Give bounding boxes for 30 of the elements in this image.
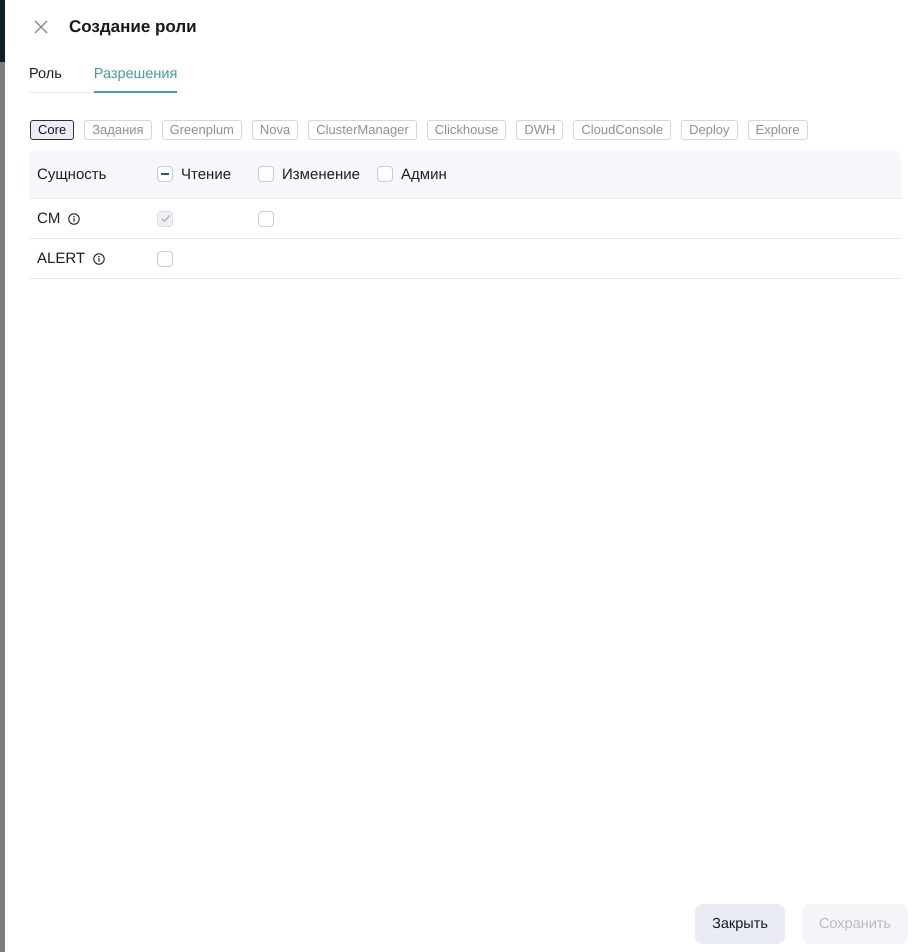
column-header: Изменение <box>282 166 360 182</box>
service-filter-tag[interactable]: Задания <box>84 120 152 140</box>
select-all-checkbox[interactable] <box>157 166 173 182</box>
tab[interactable]: Разрешения <box>94 66 178 93</box>
entity-name: CM <box>37 210 60 227</box>
permission-checkbox[interactable] <box>258 210 274 226</box>
service-filter-tag[interactable]: Greenplum <box>162 120 242 140</box>
column-header: Чтение <box>181 166 232 182</box>
dialog-title: Создание роли <box>69 17 197 37</box>
select-all-checkbox[interactable] <box>377 166 393 182</box>
tab[interactable]: Роль <box>29 66 62 93</box>
close-dialog-button[interactable]: Закрыть <box>695 904 785 944</box>
minus-icon <box>161 173 169 175</box>
info-icon[interactable] <box>93 252 106 264</box>
service-filter-tag[interactable]: ClusterManager <box>308 120 417 140</box>
service-filter-tag[interactable]: CloudConsole <box>573 120 672 140</box>
entity-name: ALERT <box>37 250 86 267</box>
checkmark-icon <box>160 215 170 222</box>
select-all-checkbox[interactable] <box>258 166 274 182</box>
column-header: Админ <box>401 166 447 182</box>
info-icon[interactable] <box>68 212 80 224</box>
close-icon[interactable] <box>34 20 48 34</box>
column-header: Сущность <box>37 166 106 182</box>
service-filter-tag[interactable]: Clickhouse <box>426 120 506 140</box>
service-filter-tag[interactable]: DWH <box>516 120 564 140</box>
service-filter-tag[interactable]: Explore <box>748 120 808 140</box>
service-filter-tag[interactable]: Core <box>30 120 74 140</box>
service-filter-tag[interactable]: Deploy <box>681 120 738 140</box>
permission-checkbox[interactable] <box>157 250 173 266</box>
service-filter-tag[interactable]: Nova <box>252 120 298 140</box>
